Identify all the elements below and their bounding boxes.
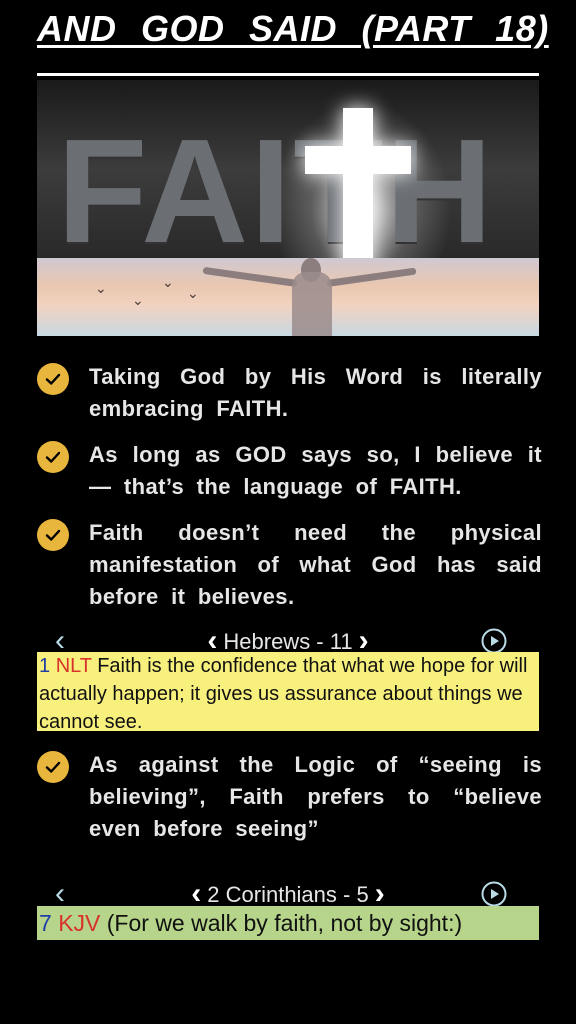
verse-text: Faith is the confidence that what we hop… — [39, 655, 528, 733]
check-circle-icon — [37, 441, 69, 473]
title-divider — [37, 73, 539, 76]
bullet-item: As long as GOD says so, I believe it — t… — [37, 439, 542, 503]
play-circle-icon[interactable] — [481, 628, 507, 654]
page-title: AND GOD SAID (PART 18) — [37, 8, 549, 49]
bullet-text: As against the Logic of “seeing is belie… — [89, 752, 542, 841]
bullet-text: Faith doesn’t need the physical manifest… — [89, 520, 542, 609]
bullet-item: As against the Logic of “seeing is belie… — [37, 749, 542, 845]
sunset-sky — [37, 258, 539, 336]
bird-icon: ⌄ — [132, 292, 144, 308]
check-circle-icon — [37, 363, 69, 395]
bird-icon: ⌄ — [187, 285, 199, 301]
verse-text: (For we walk by faith, not by sight:) — [106, 910, 463, 936]
verse-number: 1 — [39, 655, 51, 677]
bullet-item: Taking God by His Word is literally embr… — [37, 361, 542, 425]
person-body — [292, 272, 332, 336]
scripture-verse-hebrews: 1 NLT Faith is the confidence that what … — [37, 652, 539, 733]
scripture-nav-corinthians: ‹ ‹ 2 Corinthians - 5 › — [37, 879, 539, 909]
scripture-nav-hebrews: ‹ ‹ Hebrews - 11 › — [37, 626, 539, 656]
translation-label: NLT — [55, 655, 92, 677]
bullet-text: Taking God by His Word is literally embr… — [89, 364, 542, 421]
play-circle-icon[interactable] — [481, 881, 507, 907]
scripture-book-label[interactable]: Hebrews - 11 — [223, 629, 352, 654]
faith-banner-image: FAITH ⌄ ⌄ ⌄ ⌄ — [37, 80, 539, 336]
bullet-text: As long as GOD says so, I believe it — t… — [89, 442, 542, 499]
bird-icon: ⌄ — [162, 274, 174, 290]
banner-faith-word: FAITH — [57, 109, 495, 274]
bullet-item: Faith doesn’t need the physical manifest… — [37, 517, 542, 613]
check-circle-icon — [37, 519, 69, 551]
scripture-verse-corinthians: 7 KJV (For we walk by faith, not by sigh… — [37, 906, 539, 940]
bird-icon: ⌄ — [95, 280, 107, 296]
verse-number: 7 — [39, 910, 52, 936]
check-circle-icon — [37, 751, 69, 783]
scripture-book-label[interactable]: 2 Corinthians - 5 — [207, 882, 368, 907]
translation-label: KJV — [58, 910, 101, 936]
cross-horizontal — [305, 146, 411, 174]
